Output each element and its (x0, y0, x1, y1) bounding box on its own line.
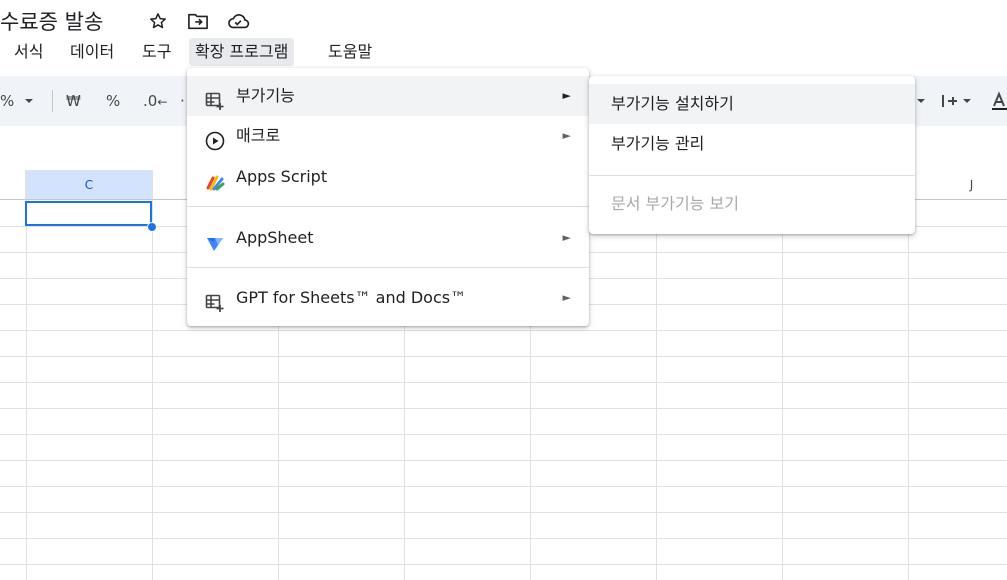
menu-divider (187, 206, 589, 207)
grid-line (0, 382, 1007, 383)
menu-item-appsheet[interactable]: AppSheet ► (187, 218, 589, 258)
grid-line (26, 200, 27, 580)
column-header-c[interactable]: C (26, 170, 153, 200)
document-title[interactable]: 수료증 발송 (0, 6, 103, 36)
menu-help[interactable]: 도움말 (322, 38, 378, 66)
menu-bar: 서식 데이터 도구 확장 프로그램 도움말 (0, 36, 1007, 66)
addons-grid-icon (205, 86, 225, 110)
addons-submenu: 부가기능 설치하기 부가기능 관리 문서 부가기능 보기 (589, 76, 915, 234)
submenu-item-install-addons[interactable]: 부가기능 설치하기 (589, 84, 915, 124)
toolbar-divider (52, 90, 53, 112)
grid-line (0, 512, 1007, 513)
submenu-item-view-document-addons: 문서 부가기능 보기 (589, 184, 915, 224)
apps-script-icon (205, 167, 225, 191)
menu-item-label: GPT for Sheets™ and Docs™ (236, 288, 467, 307)
decrease-decimal-label: .0 (143, 92, 158, 110)
more-formats-button[interactable]: · (180, 88, 185, 114)
cloud-saved-icon[interactable] (226, 10, 250, 32)
menu-item-addons[interactable]: 부가기능 ► (187, 76, 589, 116)
selected-cell[interactable] (25, 201, 152, 226)
grid-line (782, 200, 783, 580)
menu-item-apps-script[interactable]: Apps Script (187, 157, 589, 197)
submenu-item-label: 문서 부가기능 보기 (611, 194, 739, 213)
menu-format[interactable]: 서식 (8, 38, 49, 66)
menu-item-gpt-for-sheets[interactable]: GPT for Sheets™ and Docs™ ► (187, 278, 589, 318)
column-header-j[interactable]: J (909, 170, 1007, 200)
submenu-arrow-icon: ► (562, 89, 571, 102)
menu-item-label: Apps Script (236, 167, 328, 186)
vertical-align-dropdown-icon[interactable] (960, 88, 974, 114)
grid-line (152, 200, 153, 580)
percent-format-button[interactable]: % (106, 88, 120, 114)
menu-tools[interactable]: 도구 (136, 38, 177, 66)
fill-handle[interactable] (147, 222, 157, 232)
grid-line (656, 200, 657, 580)
submenu-item-manage-addons[interactable]: 부가기능 관리 (589, 124, 915, 164)
submenu-arrow-icon: ► (562, 291, 571, 304)
grid-line (0, 356, 1007, 357)
grid-line (0, 460, 1007, 461)
dropdown-icon[interactable] (914, 88, 928, 114)
vertical-align-icon[interactable] (940, 88, 960, 114)
currency-format-button[interactable]: ₩ (66, 88, 81, 114)
zoom-dropdown-icon[interactable] (22, 88, 36, 114)
grid-line (0, 408, 1007, 409)
menu-item-label: 부가기능 (236, 86, 295, 105)
arrow-left-icon: ← (157, 95, 168, 109)
menu-data[interactable]: 데이터 (64, 38, 120, 66)
grid-line (0, 564, 1007, 565)
text-color-icon[interactable] (992, 88, 1007, 114)
submenu-item-label: 부가기능 설치하기 (611, 94, 734, 113)
submenu-arrow-icon: ► (562, 129, 571, 142)
column-header-b-partial[interactable] (0, 170, 26, 200)
grid-line (0, 434, 1007, 435)
submenu-arrow-icon: ► (562, 231, 571, 244)
addon-grid-icon (205, 288, 225, 312)
menu-item-label: AppSheet (236, 228, 314, 247)
play-circle-icon (205, 126, 225, 151)
menu-item-macros[interactable]: 매크로 ► (187, 116, 589, 156)
grid-line (0, 330, 1007, 331)
move-folder-icon[interactable] (186, 10, 210, 32)
star-icon[interactable] (146, 10, 170, 32)
appsheet-icon (205, 228, 225, 251)
grid-line (0, 538, 1007, 539)
decrease-decimal-button[interactable]: .0← (143, 88, 167, 114)
grid-line (908, 200, 909, 580)
menu-item-label: 매크로 (236, 126, 281, 145)
extensions-menu: 부가기능 ► 매크로 ► Apps Script AppSheet ► GPT … (187, 68, 589, 326)
title-bar: 수료증 발송 (0, 0, 1007, 36)
menu-divider (589, 175, 915, 176)
submenu-item-label: 부가기능 관리 (611, 134, 705, 153)
grid-line (0, 486, 1007, 487)
menu-divider (187, 267, 589, 268)
menu-extensions[interactable]: 확장 프로그램 (189, 38, 295, 66)
zoom-percent-label[interactable]: % (0, 88, 14, 114)
